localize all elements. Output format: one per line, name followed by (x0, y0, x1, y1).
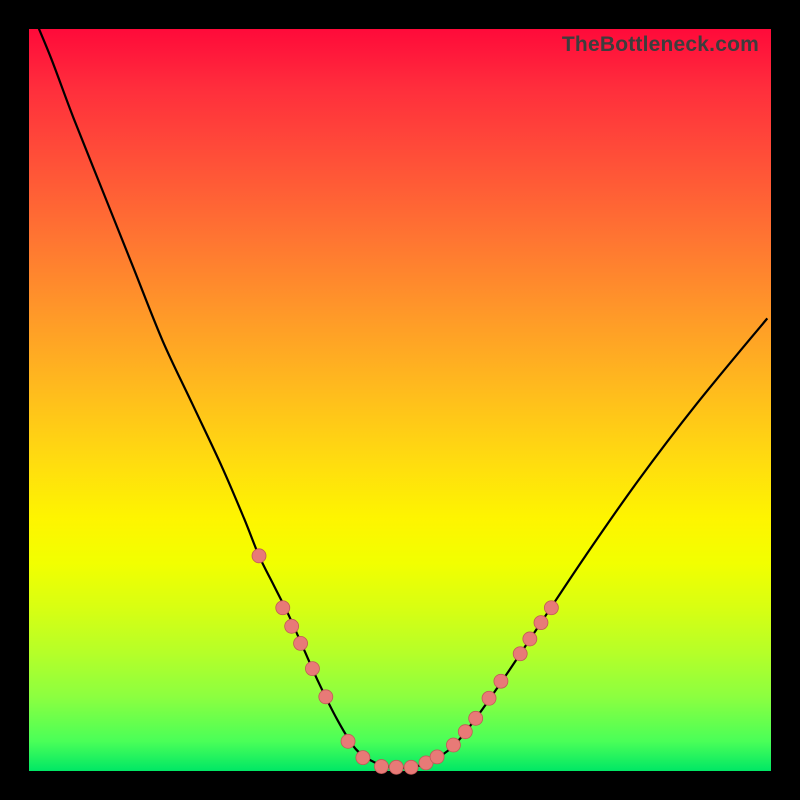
data-marker (458, 725, 472, 739)
data-marker (356, 751, 370, 765)
chart-frame: TheBottleneck.com (0, 0, 800, 800)
data-marker (252, 549, 266, 563)
data-marker (494, 674, 508, 688)
marker-group (252, 549, 558, 774)
data-marker (404, 760, 418, 774)
data-marker (305, 662, 319, 676)
data-marker (482, 691, 496, 705)
bottleneck-curve (33, 14, 768, 768)
data-marker (285, 619, 299, 633)
data-marker (446, 738, 460, 752)
data-marker (513, 647, 527, 661)
data-marker (523, 632, 537, 646)
plot-area: TheBottleneck.com (29, 29, 771, 771)
data-marker (430, 750, 444, 764)
data-marker (276, 601, 290, 615)
data-marker (319, 690, 333, 704)
data-marker (534, 616, 548, 630)
data-marker (374, 760, 388, 774)
data-marker (341, 734, 355, 748)
data-marker (294, 636, 308, 650)
chart-svg (29, 29, 771, 771)
data-marker (469, 711, 483, 725)
data-marker (389, 760, 403, 774)
data-marker (544, 601, 558, 615)
